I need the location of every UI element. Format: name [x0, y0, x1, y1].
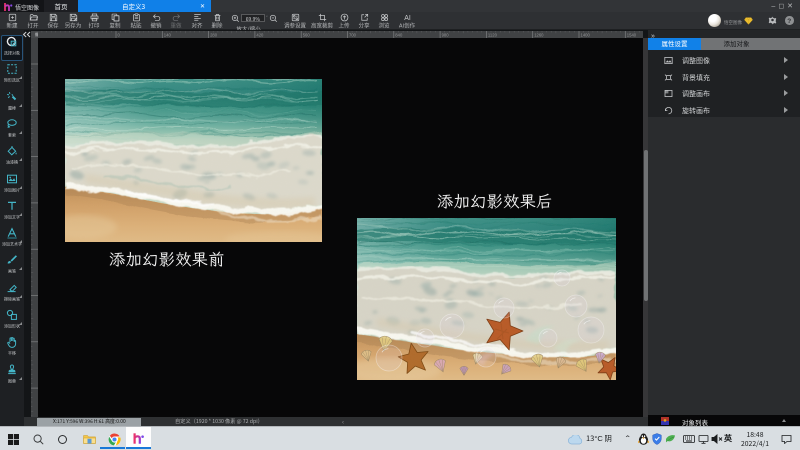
svg-text:420: 420 [256, 33, 264, 38]
svg-text:840: 840 [395, 33, 403, 38]
svg-text:140: 140 [164, 33, 172, 38]
svg-text:280: 280 [210, 33, 218, 38]
svg-text:980: 980 [442, 33, 450, 38]
svg-text:560: 560 [303, 33, 311, 38]
svg-text:1260: 1260 [534, 33, 544, 38]
svg-text:1120: 1120 [488, 33, 498, 38]
svg-text:1400: 1400 [581, 33, 591, 38]
svg-text:1540: 1540 [627, 33, 637, 38]
svg-text:700: 700 [349, 33, 357, 38]
